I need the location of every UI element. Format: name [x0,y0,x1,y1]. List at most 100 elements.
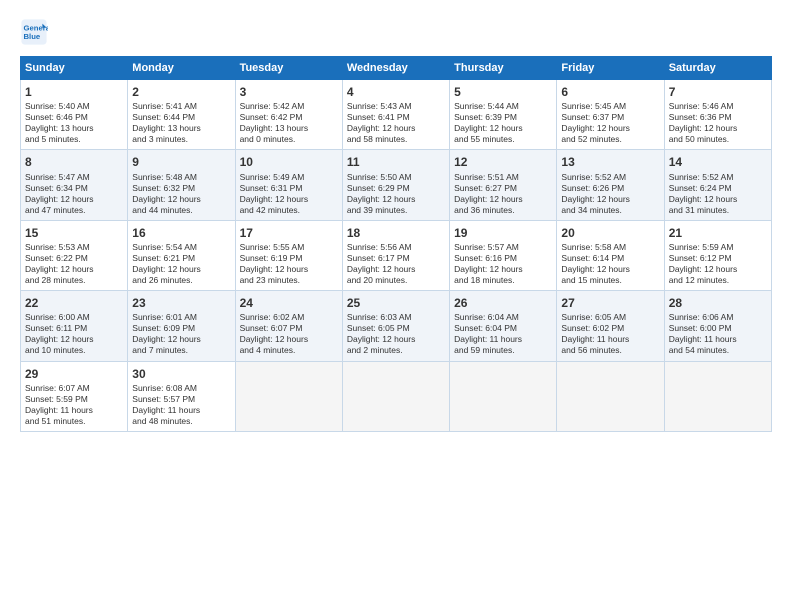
day-details: Sunrise: 6:06 AMSunset: 6:00 PMDaylight:… [669,312,767,356]
day-number: 9 [132,154,230,170]
day-details: Sunrise: 5:53 AMSunset: 6:22 PMDaylight:… [25,242,123,286]
day-number: 5 [454,84,552,100]
day-details: Sunrise: 5:47 AMSunset: 6:34 PMDaylight:… [25,172,123,216]
day-number: 15 [25,225,123,241]
day-details: Sunrise: 6:05 AMSunset: 6:02 PMDaylight:… [561,312,659,356]
day-details: Sunrise: 5:55 AMSunset: 6:19 PMDaylight:… [240,242,338,286]
day-details: Sunrise: 6:00 AMSunset: 6:11 PMDaylight:… [25,312,123,356]
day-number: 30 [132,366,230,382]
day-number: 26 [454,295,552,311]
day-details: Sunrise: 5:56 AMSunset: 6:17 PMDaylight:… [347,242,445,286]
header-day-wednesday: Wednesday [342,57,449,80]
svg-text:Blue: Blue [24,32,41,41]
day-number: 20 [561,225,659,241]
calendar-cell: 11 Sunrise: 5:50 AMSunset: 6:29 PMDayligh… [342,150,449,220]
day-details: Sunrise: 5:48 AMSunset: 6:32 PMDaylight:… [132,172,230,216]
day-details: Sunrise: 5:51 AMSunset: 6:27 PMDaylight:… [454,172,552,216]
calendar-cell: 9 Sunrise: 5:48 AMSunset: 6:32 PMDaylight… [128,150,235,220]
day-details: Sunrise: 5:43 AMSunset: 6:41 PMDaylight:… [347,101,445,145]
day-number: 11 [347,154,445,170]
calendar-cell: 13 Sunrise: 5:52 AMSunset: 6:26 PMDayligh… [557,150,664,220]
calendar-cell [557,361,664,431]
day-number: 8 [25,154,123,170]
calendar-cell: 7Sunrise: 5:46 AMSunset: 6:36 PMDaylight… [664,80,771,150]
day-number: 28 [669,295,767,311]
day-details: Sunrise: 5:52 AMSunset: 6:24 PMDaylight:… [669,172,767,216]
calendar-cell: 16Sunrise: 5:54 AMSunset: 6:21 PMDayligh… [128,220,235,290]
day-details: Sunrise: 6:03 AMSunset: 6:05 PMDaylight:… [347,312,445,356]
calendar-cell: 2Sunrise: 5:41 AMSunset: 6:44 PMDaylight… [128,80,235,150]
day-details: Sunrise: 5:57 AMSunset: 6:16 PMDaylight:… [454,242,552,286]
calendar-cell: 17Sunrise: 5:55 AMSunset: 6:19 PMDayligh… [235,220,342,290]
calendar-week-2: 8 Sunrise: 5:47 AMSunset: 6:34 PMDaylight… [21,150,772,220]
calendar-cell: 15Sunrise: 5:53 AMSunset: 6:22 PMDayligh… [21,220,128,290]
day-details: Sunrise: 5:49 AMSunset: 6:31 PMDaylight:… [240,172,338,216]
day-number: 19 [454,225,552,241]
day-details: Sunrise: 5:46 AMSunset: 6:36 PMDaylight:… [669,101,767,145]
day-number: 23 [132,295,230,311]
calendar-cell: 18Sunrise: 5:56 AMSunset: 6:17 PMDayligh… [342,220,449,290]
calendar-cell: 29Sunrise: 6:07 AMSunset: 5:59 PMDayligh… [21,361,128,431]
calendar-cell: 27Sunrise: 6:05 AMSunset: 6:02 PMDayligh… [557,291,664,361]
day-number: 27 [561,295,659,311]
day-number: 17 [240,225,338,241]
day-number: 18 [347,225,445,241]
day-number: 24 [240,295,338,311]
calendar-cell: 5Sunrise: 5:44 AMSunset: 6:39 PMDaylight… [450,80,557,150]
day-details: Sunrise: 5:54 AMSunset: 6:21 PMDaylight:… [132,242,230,286]
calendar-cell: 23Sunrise: 6:01 AMSunset: 6:09 PMDayligh… [128,291,235,361]
day-details: Sunrise: 5:58 AMSunset: 6:14 PMDaylight:… [561,242,659,286]
header-day-thursday: Thursday [450,57,557,80]
calendar-cell: 4Sunrise: 5:43 AMSunset: 6:41 PMDaylight… [342,80,449,150]
day-number: 13 [561,154,659,170]
day-details: Sunrise: 5:40 AMSunset: 6:46 PMDaylight:… [25,101,123,145]
calendar-cell: 1Sunrise: 5:40 AMSunset: 6:46 PMDaylight… [21,80,128,150]
calendar-cell: 25Sunrise: 6:03 AMSunset: 6:05 PMDayligh… [342,291,449,361]
calendar-cell [342,361,449,431]
calendar-week-1: 1Sunrise: 5:40 AMSunset: 6:46 PMDaylight… [21,80,772,150]
calendar-cell [235,361,342,431]
calendar-week-5: 29Sunrise: 6:07 AMSunset: 5:59 PMDayligh… [21,361,772,431]
day-number: 4 [347,84,445,100]
day-number: 7 [669,84,767,100]
calendar-cell: 8 Sunrise: 5:47 AMSunset: 6:34 PMDaylight… [21,150,128,220]
calendar-cell: 3Sunrise: 5:42 AMSunset: 6:42 PMDaylight… [235,80,342,150]
calendar-cell [664,361,771,431]
day-number: 2 [132,84,230,100]
day-number: 12 [454,154,552,170]
day-details: Sunrise: 6:08 AMSunset: 5:57 PMDaylight:… [132,383,230,427]
day-details: Sunrise: 5:50 AMSunset: 6:29 PMDaylight:… [347,172,445,216]
calendar-week-4: 22Sunrise: 6:00 AMSunset: 6:11 PMDayligh… [21,291,772,361]
calendar-cell: 21Sunrise: 5:59 AMSunset: 6:12 PMDayligh… [664,220,771,290]
day-details: Sunrise: 5:44 AMSunset: 6:39 PMDaylight:… [454,101,552,145]
day-number: 16 [132,225,230,241]
calendar-cell: 24Sunrise: 6:02 AMSunset: 6:07 PMDayligh… [235,291,342,361]
header-day-sunday: Sunday [21,57,128,80]
day-details: Sunrise: 6:01 AMSunset: 6:09 PMDaylight:… [132,312,230,356]
day-number: 25 [347,295,445,311]
day-number: 29 [25,366,123,382]
day-number: 1 [25,84,123,100]
calendar-cell: 10 Sunrise: 5:49 AMSunset: 6:31 PMDayligh… [235,150,342,220]
day-number: 10 [240,154,338,170]
svg-text:General: General [24,24,49,33]
day-details: Sunrise: 6:02 AMSunset: 6:07 PMDaylight:… [240,312,338,356]
day-details: Sunrise: 5:41 AMSunset: 6:44 PMDaylight:… [132,101,230,145]
calendar-cell: 28Sunrise: 6:06 AMSunset: 6:00 PMDayligh… [664,291,771,361]
calendar-week-3: 15Sunrise: 5:53 AMSunset: 6:22 PMDayligh… [21,220,772,290]
day-details: Sunrise: 6:04 AMSunset: 6:04 PMDaylight:… [454,312,552,356]
day-details: Sunrise: 5:59 AMSunset: 6:12 PMDaylight:… [669,242,767,286]
calendar-cell: 12 Sunrise: 5:51 AMSunset: 6:27 PMDayligh… [450,150,557,220]
calendar-cell: 20Sunrise: 5:58 AMSunset: 6:14 PMDayligh… [557,220,664,290]
calendar-cell: 26Sunrise: 6:04 AMSunset: 6:04 PMDayligh… [450,291,557,361]
day-details: Sunrise: 5:45 AMSunset: 6:37 PMDaylight:… [561,101,659,145]
day-number: 14 [669,154,767,170]
logo: General Blue [20,18,52,46]
header-day-friday: Friday [557,57,664,80]
calendar-cell: 19Sunrise: 5:57 AMSunset: 6:16 PMDayligh… [450,220,557,290]
calendar-cell: 6Sunrise: 5:45 AMSunset: 6:37 PMDaylight… [557,80,664,150]
day-details: Sunrise: 6:07 AMSunset: 5:59 PMDaylight:… [25,383,123,427]
day-details: Sunrise: 5:52 AMSunset: 6:26 PMDaylight:… [561,172,659,216]
day-number: 3 [240,84,338,100]
calendar-cell: 30Sunrise: 6:08 AMSunset: 5:57 PMDayligh… [128,361,235,431]
